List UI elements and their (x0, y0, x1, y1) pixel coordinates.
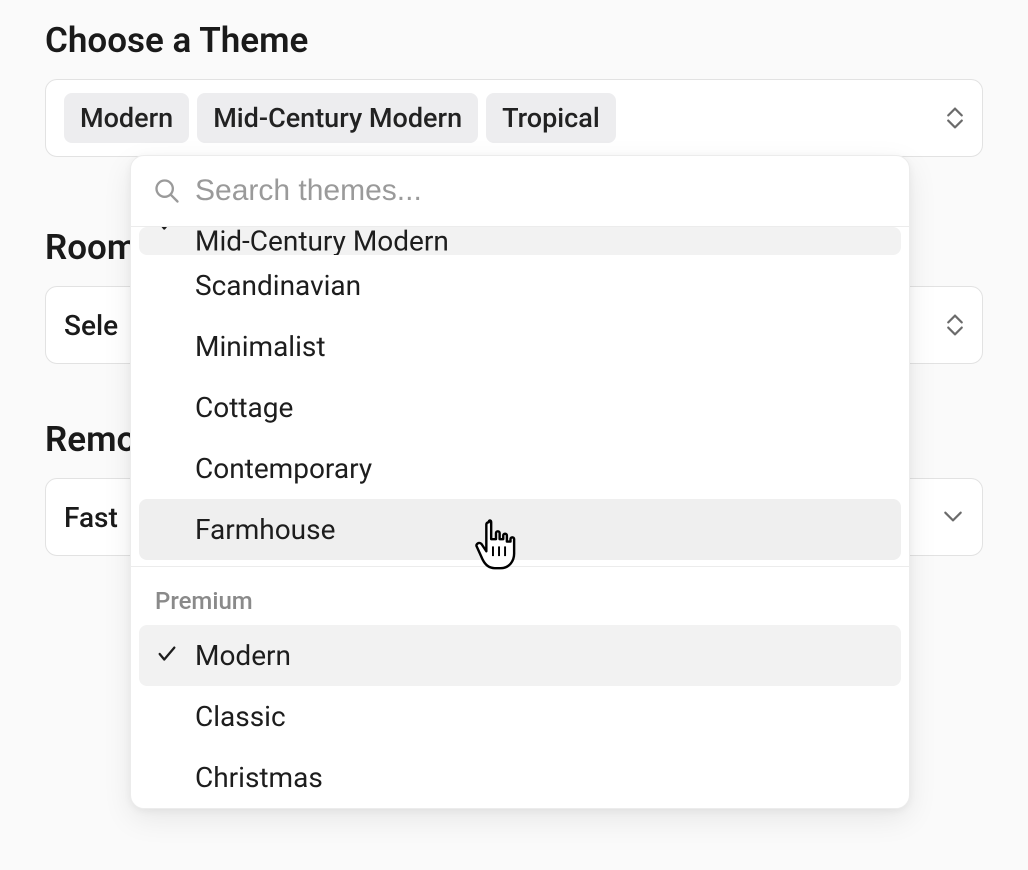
theme-dropdown: Mid-Century Modern Scandinavian Minimali… (130, 155, 910, 809)
check-slot (153, 227, 181, 241)
dropdown-group-label: Premium (131, 573, 909, 625)
check-icon (156, 227, 178, 241)
option-label: Modern (195, 639, 291, 672)
theme-chips: Modern Mid-Century Modern Tropical (64, 93, 616, 143)
divider (131, 566, 909, 567)
option-label: Farmhouse (195, 513, 335, 546)
option-label: Contemporary (195, 452, 372, 485)
theme-chip[interactable]: Mid-Century Modern (197, 93, 478, 143)
up-down-chevron-icon (946, 313, 964, 337)
remodel-placeholder: Fast (64, 501, 118, 534)
dropdown-option[interactable]: Minimalist (131, 316, 909, 377)
theme-chip[interactable]: Tropical (486, 93, 616, 143)
theme-label: Choose a Theme (45, 20, 983, 61)
dropdown-options[interactable]: Mid-Century Modern Scandinavian Minimali… (131, 227, 909, 808)
option-label: Classic (195, 700, 286, 733)
theme-chip[interactable]: Modern (64, 93, 189, 143)
check-slot (153, 639, 181, 672)
dropdown-option[interactable]: Mid-Century Modern (139, 227, 901, 255)
dropdown-search-input[interactable] (195, 174, 887, 208)
option-label: Scandinavian (195, 269, 361, 302)
dropdown-option[interactable]: Contemporary (131, 438, 909, 499)
chevron-down-icon (942, 508, 964, 527)
option-label: Mid-Century Modern (195, 227, 449, 255)
dropdown-option[interactable]: Modern (139, 625, 901, 686)
dropdown-option[interactable]: Christmas (131, 747, 909, 808)
dropdown-option[interactable]: Scandinavian (131, 255, 909, 316)
room-placeholder: Sele (64, 309, 118, 342)
dropdown-option[interactable]: Classic (131, 686, 909, 747)
theme-field: Choose a Theme Modern Mid-Century Modern… (45, 20, 983, 157)
dropdown-search-row (131, 156, 909, 227)
option-label: Minimalist (195, 330, 326, 363)
up-down-chevron-icon (946, 106, 964, 130)
dropdown-option[interactable]: Farmhouse (139, 499, 901, 560)
check-icon (156, 639, 178, 672)
dropdown-option[interactable]: Cottage (131, 377, 909, 438)
option-label: Christmas (195, 761, 323, 794)
search-icon (153, 177, 181, 205)
theme-select[interactable]: Modern Mid-Century Modern Tropical (45, 79, 983, 157)
option-label: Cottage (195, 391, 293, 424)
